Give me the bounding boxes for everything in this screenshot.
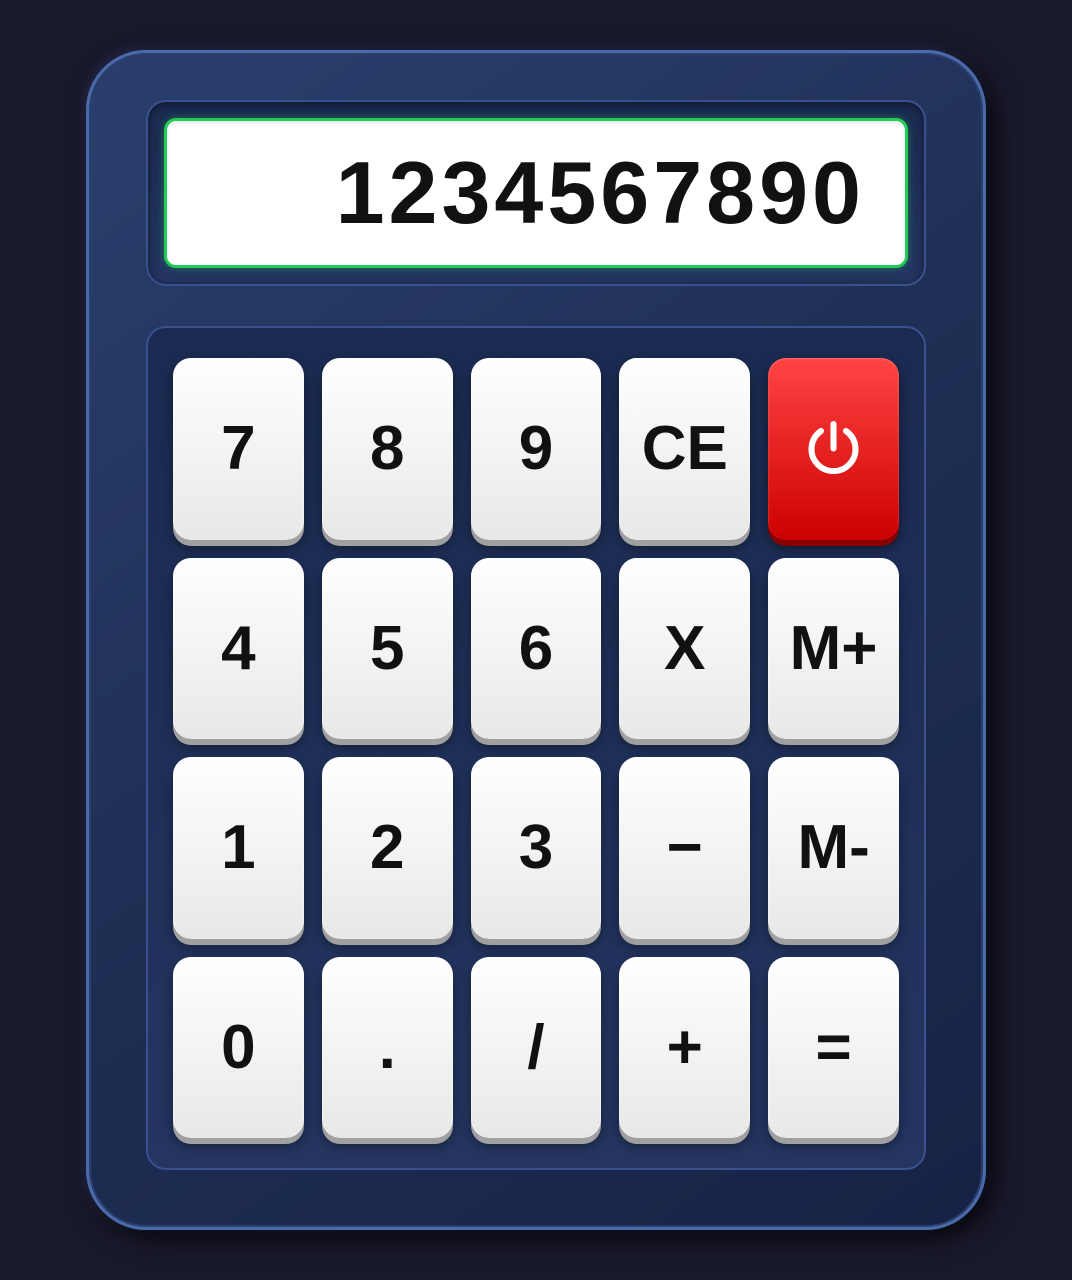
key-plus[interactable]: + — [619, 957, 750, 1139]
key-4[interactable]: 4 — [173, 558, 304, 740]
key-multiply[interactable]: X — [619, 558, 750, 740]
keypad-area: 7 8 9 CE 4 5 6 X M+ 1 2 3 − — [146, 326, 926, 1170]
key-minus[interactable]: − — [619, 757, 750, 939]
display-value: 1234567890 — [336, 143, 865, 242]
key-equals[interactable]: = — [768, 957, 899, 1139]
key-row-3: 1 2 3 − M- — [173, 757, 899, 939]
power-icon — [801, 416, 866, 481]
key-row-1: 7 8 9 CE — [173, 358, 899, 540]
key-mminus[interactable]: M- — [768, 757, 899, 939]
key-5[interactable]: 5 — [322, 558, 453, 740]
calculator-body: 1234567890 7 8 9 CE 4 5 6 X M+ — [86, 50, 986, 1230]
key-power[interactable] — [768, 358, 899, 540]
key-9[interactable]: 9 — [471, 358, 602, 540]
key-mplus[interactable]: M+ — [768, 558, 899, 740]
display-outer: 1234567890 — [146, 100, 926, 286]
key-6[interactable]: 6 — [471, 558, 602, 740]
key-2[interactable]: 2 — [322, 757, 453, 939]
display-inner: 1234567890 — [164, 118, 908, 268]
key-0[interactable]: 0 — [173, 957, 304, 1139]
key-decimal[interactable]: . — [322, 957, 453, 1139]
key-divide[interactable]: / — [471, 957, 602, 1139]
key-row-4: 0 . / + = — [173, 957, 899, 1139]
key-ce[interactable]: CE — [619, 358, 750, 540]
key-8[interactable]: 8 — [322, 358, 453, 540]
key-1[interactable]: 1 — [173, 757, 304, 939]
key-row-2: 4 5 6 X M+ — [173, 558, 899, 740]
key-7[interactable]: 7 — [173, 358, 304, 540]
key-3[interactable]: 3 — [471, 757, 602, 939]
